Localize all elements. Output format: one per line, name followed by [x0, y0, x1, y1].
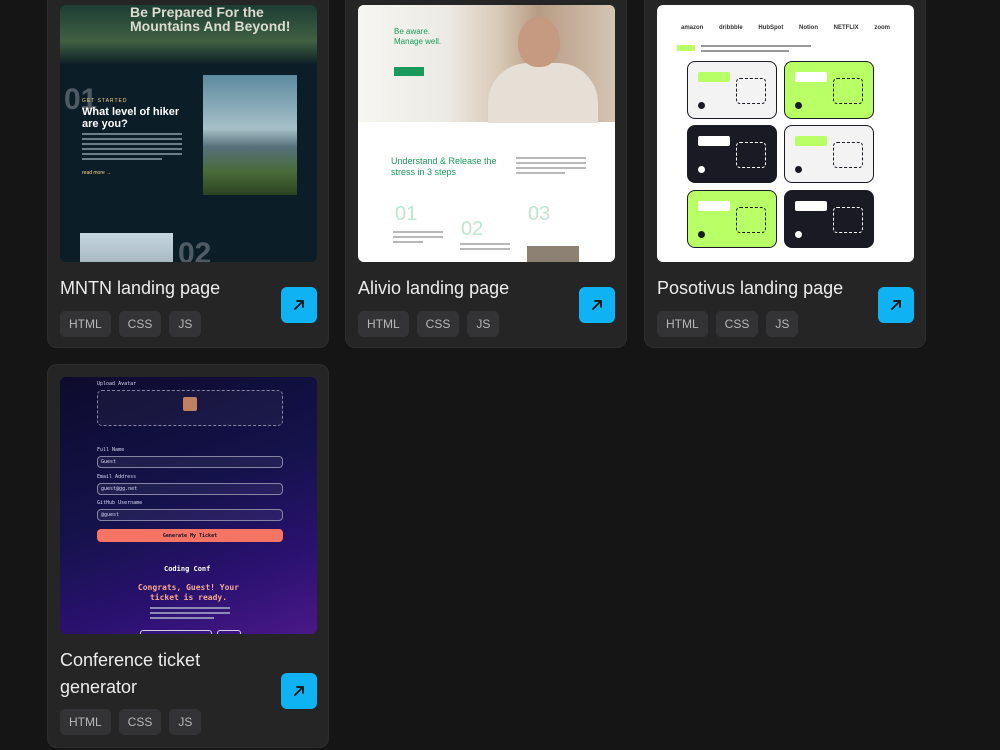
preview-ticket: [140, 630, 212, 634]
preview-service-card: [687, 125, 777, 183]
arrow-up-right-icon: [294, 686, 304, 696]
project-card-posotivus: amazon dribbble HubSpot Notion NETFLIX z…: [644, 0, 926, 348]
project-title: Alivio landing page: [358, 278, 510, 298]
tech-tags: HTML CSS JS: [358, 311, 500, 337]
preview-section-number-2: 02: [178, 237, 212, 262]
preview-congrats-subtext: [150, 607, 230, 622]
preview-steps-heading: Understand & Release the stress in 3 ste…: [391, 156, 497, 177]
preview-step-3: 03: [528, 203, 551, 225]
preview-eyebrow: GET STARTED: [82, 98, 128, 104]
preview-section-text: [701, 45, 811, 55]
preview-ticket-stub: [217, 630, 241, 634]
project-preview-image[interactable]: Upload Avatar Full Name Guest Email Addr…: [60, 377, 317, 634]
preview-hero-text: Be aware. Manage well.: [394, 27, 442, 46]
open-project-button[interactable]: [281, 287, 317, 323]
project-preview-image[interactable]: amazon dribbble HubSpot Notion NETFLIX z…: [657, 5, 914, 262]
preview-github-input: @guest: [97, 509, 283, 521]
tag-html: HTML: [358, 311, 409, 337]
tag-css: CSS: [118, 311, 162, 337]
project-card-alivio: Be aware. Manage well. Understand & Rele…: [345, 0, 627, 348]
arrow-up-right-icon: [294, 300, 304, 310]
preview-service-card: [687, 61, 777, 119]
open-project-button[interactable]: [281, 673, 317, 709]
preview-read-more: read more →: [82, 170, 112, 176]
preview-steps-text: [516, 157, 586, 177]
preview-conf-logo: Coding Conf: [164, 565, 211, 573]
tech-tags: HTML CSS JS: [60, 709, 202, 735]
tag-html: HTML: [657, 311, 708, 337]
preview-step-photo: [527, 246, 579, 262]
open-project-button[interactable]: [579, 287, 615, 323]
preview-cloud-photo: [80, 233, 173, 262]
project-card-conference: Upload Avatar Full Name Guest Email Addr…: [47, 364, 329, 748]
preview-email-label: Email Address: [97, 474, 137, 480]
preview-body-text: [82, 133, 182, 163]
preview-step-text: [460, 243, 510, 253]
project-title: MNTN landing page: [60, 278, 221, 298]
tag-css: CSS: [715, 311, 759, 337]
preview-service-card: [784, 61, 874, 119]
project-title: Posotivus landing page: [657, 278, 844, 298]
preview-upload-dropzone: [97, 390, 283, 426]
preview-woman-figure: [488, 63, 598, 123]
tag-css: CSS: [416, 311, 460, 337]
preview-question: What level of hiker are you?: [82, 106, 180, 130]
project-title: Conference ticket generator: [60, 650, 201, 697]
preview-generate-button: Generate My Ticket: [97, 529, 283, 542]
arrow-up-right-icon: [891, 300, 901, 310]
preview-avatar: [183, 397, 197, 411]
tag-html: HTML: [60, 311, 111, 337]
preview-step-2: 02: [461, 218, 484, 240]
preview-service-card: [784, 125, 874, 183]
preview-upload-label: Upload Avatar: [97, 381, 137, 387]
tag-js: JS: [169, 311, 202, 337]
preview-congrats-text: Congrats, Guest! Your ticket is ready.: [137, 583, 240, 602]
tech-tags: HTML CSS JS: [60, 311, 202, 337]
project-card-mntn: Be Prepared For the Mountains And Beyond…: [47, 0, 329, 348]
preview-full-name-label: Full Name: [97, 447, 125, 453]
preview-hero-button: [394, 67, 424, 76]
preview-client-logos: amazon dribbble HubSpot Notion NETFLIX z…: [681, 25, 890, 31]
tag-html: HTML: [60, 709, 111, 735]
preview-email-input: guest@gg.net: [97, 483, 283, 495]
open-project-button[interactable]: [878, 287, 914, 323]
preview-heading: Be Prepared For the Mountains And Beyond…: [130, 5, 291, 34]
preview-github-label: GitHub Username: [97, 500, 143, 506]
tag-js: JS: [169, 709, 202, 735]
tag-js: JS: [467, 311, 500, 337]
preview-woman-face: [518, 17, 560, 67]
preview-hiker-photo: [203, 75, 297, 195]
tag-css: CSS: [118, 709, 162, 735]
tag-js: JS: [766, 311, 799, 337]
project-preview-image[interactable]: Be aware. Manage well. Understand & Rele…: [358, 5, 615, 262]
preview-step-1: 01: [395, 203, 418, 225]
preview-service-card: [687, 190, 777, 248]
project-preview-image[interactable]: Be Prepared For the Mountains And Beyond…: [60, 5, 317, 262]
tech-tags: HTML CSS JS: [657, 311, 799, 337]
preview-section-tag: [677, 45, 695, 51]
arrow-up-right-icon: [592, 300, 602, 310]
preview-service-card: [784, 190, 874, 248]
preview-full-name-input: Guest: [97, 456, 283, 468]
preview-step-text: [393, 231, 443, 246]
